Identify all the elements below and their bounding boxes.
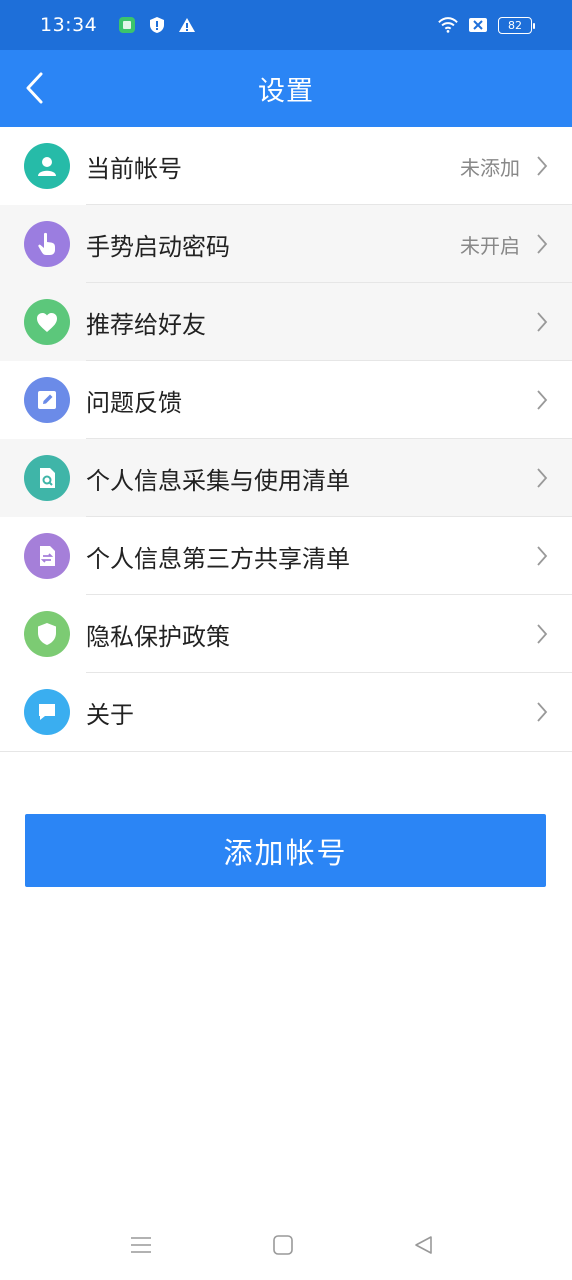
item-label: 当前帐号 (86, 154, 182, 183)
doc-search-icon (24, 455, 70, 501)
settings-item-current-account[interactable]: 当前帐号 未添加 (0, 127, 572, 205)
wifi-icon (438, 15, 458, 35)
back-button[interactable] (14, 68, 54, 108)
settings-item-recommend[interactable]: 推荐给好友 (0, 283, 572, 361)
back-icon[interactable] (410, 1232, 436, 1258)
chevron-right-icon (534, 232, 550, 256)
add-account-button[interactable]: 添加帐号 (25, 814, 546, 887)
signal-off-icon (468, 15, 488, 35)
battery-icon: 82 (498, 16, 535, 34)
home-icon[interactable] (270, 1232, 296, 1258)
item-value: 未添加 (460, 155, 520, 180)
item-label: 隐私保护政策 (86, 622, 230, 651)
shield-icon (147, 15, 167, 35)
status-time: 13:34 (40, 14, 98, 36)
status-bar: 13:34 82 (0, 0, 572, 50)
warning-icon (177, 15, 197, 35)
item-value: 未开启 (460, 233, 520, 258)
settings-item-about[interactable]: 关于 (0, 673, 572, 751)
shield-icon (24, 611, 70, 657)
settings-list: 当前帐号 未添加 手势启动密码 未开启 推荐给好友 问题反馈 个人信息采集与使用… (0, 127, 572, 752)
settings-item-third-party-share-list[interactable]: 个人信息第三方共享清单 (0, 517, 572, 595)
settings-item-info-collection-list[interactable]: 个人信息采集与使用清单 (0, 439, 572, 517)
chevron-right-icon (534, 388, 550, 412)
system-nav-bar (0, 1210, 572, 1280)
item-label: 手势启动密码 (86, 232, 230, 261)
settings-item-gesture-password[interactable]: 手势启动密码 未开启 (0, 205, 572, 283)
hand-pointer-icon (24, 221, 70, 267)
chevron-right-icon (534, 154, 550, 178)
heart-icon (24, 299, 70, 345)
chat-icon (24, 689, 70, 735)
chevron-right-icon (534, 466, 550, 490)
title-bar: 设置 (0, 50, 572, 127)
status-left-icons (117, 15, 197, 35)
chevron-right-icon (534, 544, 550, 568)
item-label: 个人信息采集与使用清单 (86, 466, 350, 495)
user-icon (24, 143, 70, 189)
chevron-right-icon (534, 310, 550, 334)
item-label: 关于 (86, 700, 134, 729)
item-label: 个人信息第三方共享清单 (86, 544, 350, 573)
back-arrow-icon (26, 72, 43, 104)
item-label: 问题反馈 (86, 388, 182, 417)
menu-icon[interactable] (128, 1232, 154, 1258)
doc-share-icon (24, 533, 70, 579)
sim-icon (117, 15, 137, 35)
item-label: 推荐给好友 (86, 310, 206, 339)
settings-item-privacy-policy[interactable]: 隐私保护政策 (0, 595, 572, 673)
page-title: 设置 (258, 76, 314, 107)
status-right-icons: 82 (438, 15, 535, 35)
chevron-right-icon (534, 700, 550, 724)
settings-item-feedback[interactable]: 问题反馈 (0, 361, 572, 439)
edit-icon (24, 377, 70, 423)
chevron-right-icon (534, 622, 550, 646)
